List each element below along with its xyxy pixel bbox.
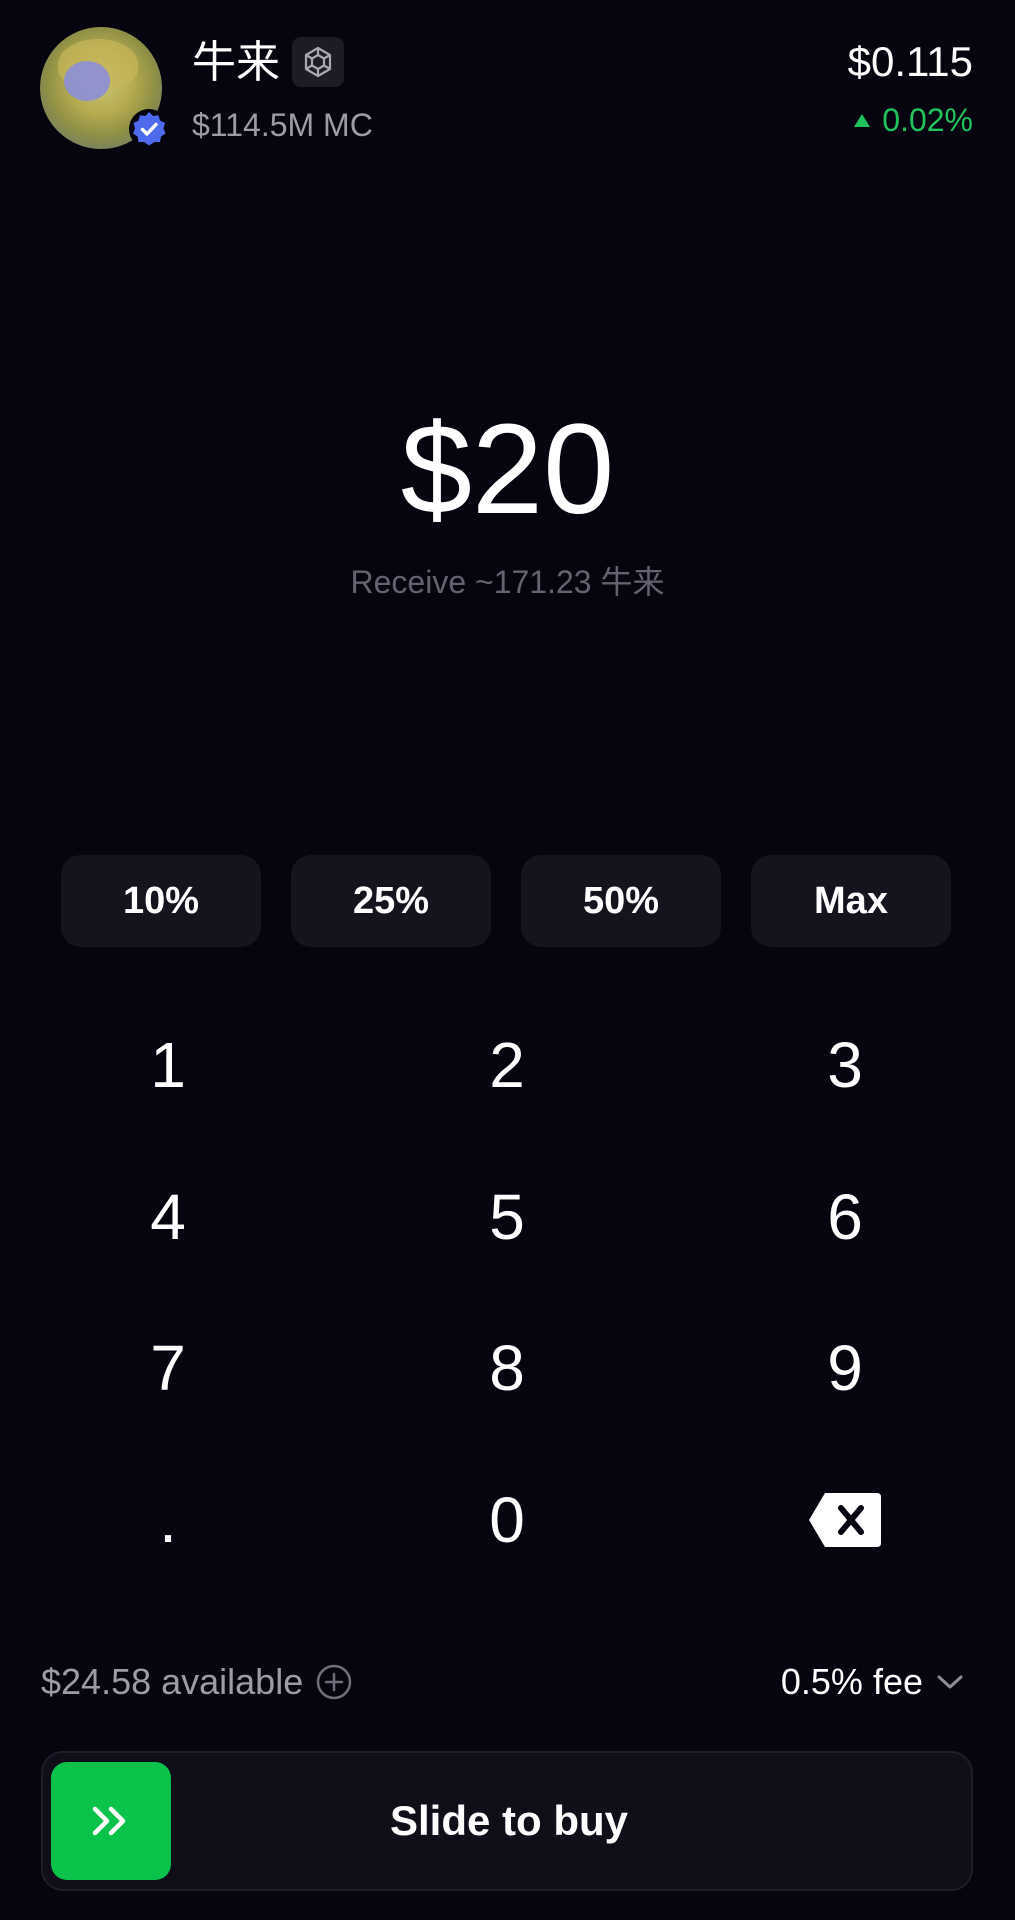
- buy-amount: $20: [400, 398, 615, 541]
- avatar-image-detail: [64, 61, 110, 101]
- slide-to-buy[interactable]: Slide to buy: [41, 1751, 973, 1891]
- verified-badge-icon: [129, 109, 169, 149]
- key-3[interactable]: 3: [745, 1010, 945, 1120]
- plus-circle-icon[interactable]: [315, 1663, 353, 1701]
- percent-buttons: 10% 25% 50% Max: [61, 855, 951, 947]
- available-balance-text: $24.58 available: [41, 1661, 304, 1702]
- receive-estimate: Receive ~171.23 牛来: [350, 564, 665, 600]
- bnb-chain-icon-glyph: [304, 46, 332, 78]
- double-chevron-right-icon: [92, 1806, 126, 1836]
- key-6[interactable]: 6: [745, 1162, 945, 1272]
- key-5[interactable]: 5: [407, 1162, 607, 1272]
- key-0[interactable]: 0: [407, 1465, 607, 1575]
- max-button[interactable]: Max: [751, 855, 951, 947]
- token-price: $0.115: [847, 38, 973, 85]
- slide-to-buy-label: Slide to buy: [389, 1797, 628, 1844]
- token-name: 牛来: [192, 37, 280, 88]
- key-1[interactable]: 1: [68, 1010, 268, 1120]
- slide-handle[interactable]: [51, 1762, 171, 1880]
- price-change-value: 0.02%: [882, 102, 973, 138]
- backspace-key[interactable]: [745, 1465, 945, 1575]
- available-balance: $24.58 available: [41, 1660, 353, 1704]
- fee-text: 0.5% fee: [780, 1661, 923, 1702]
- key-8[interactable]: 8: [407, 1313, 607, 1423]
- key-9[interactable]: 9: [745, 1313, 945, 1423]
- fee-selector[interactable]: 0.5% fee: [781, 1660, 965, 1704]
- bnb-chain-icon: [292, 37, 344, 87]
- key-decimal[interactable]: .: [68, 1465, 268, 1575]
- percent-10-button[interactable]: 10%: [61, 855, 261, 947]
- key-7[interactable]: 7: [68, 1313, 268, 1423]
- chevron-down-icon: [937, 1675, 963, 1689]
- key-4[interactable]: 4: [68, 1162, 268, 1272]
- price-change: 0.02%: [854, 100, 973, 140]
- up-arrow-icon: [854, 113, 871, 127]
- percent-25-button[interactable]: 25%: [291, 855, 491, 947]
- key-2[interactable]: 2: [407, 1010, 607, 1120]
- backspace-icon: [809, 1493, 881, 1547]
- market-cap: $114.5M MC: [192, 107, 373, 143]
- percent-50-button[interactable]: 50%: [521, 855, 721, 947]
